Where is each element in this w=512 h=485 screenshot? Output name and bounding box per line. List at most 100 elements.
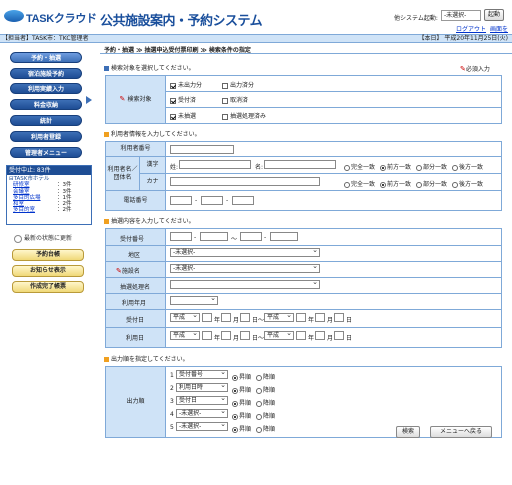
kanji-match-partial[interactable]: 部分一致 bbox=[416, 162, 447, 171]
order-select-5[interactable]: -未選択- bbox=[176, 421, 228, 431]
kanji-sei-input[interactable] bbox=[179, 160, 251, 169]
divider bbox=[166, 91, 501, 92]
nav-lodging-reservation[interactable]: 宿泊施設予約 bbox=[10, 68, 82, 79]
back-to-menu-button[interactable]: メニューへ戻る bbox=[430, 426, 492, 438]
kana-match-prefix[interactable]: 前方一致 bbox=[380, 179, 411, 188]
checkbox-cancelled[interactable]: 取消済 bbox=[222, 95, 248, 104]
order-select-4[interactable]: -未選択- bbox=[176, 408, 228, 418]
use-month-to[interactable] bbox=[315, 331, 325, 340]
kanji-mei-input[interactable] bbox=[264, 160, 336, 169]
phone-input-3[interactable] bbox=[232, 196, 254, 205]
divider bbox=[100, 53, 512, 54]
launch-button[interactable]: 起動 bbox=[484, 9, 504, 21]
target-label: ✎ 検索対象 bbox=[106, 76, 166, 123]
order-desc-4[interactable]: 降順 bbox=[256, 411, 275, 420]
nav-usage-input[interactable]: 利用実績入力 bbox=[10, 83, 82, 94]
phone-input-1[interactable] bbox=[170, 196, 192, 205]
kana-match-partial[interactable]: 部分一致 bbox=[416, 179, 447, 188]
day-tilde-unit: 日～ bbox=[252, 317, 265, 324]
receipt-month-to[interactable] bbox=[315, 313, 325, 322]
receipt-day-to[interactable] bbox=[334, 313, 344, 322]
use-day-to[interactable] bbox=[334, 331, 344, 340]
reservation-ledger-button[interactable]: 予約台帳 bbox=[12, 249, 84, 261]
section-head-lottery: 抽選内容を入力してください。 bbox=[104, 216, 195, 225]
header: TASKクラウド 公共施設案内・予約システム 他システム起動: -未選択- 起動… bbox=[0, 0, 512, 42]
nav-reservation-lottery[interactable]: 予約・抽選 bbox=[10, 52, 82, 63]
order-select-3[interactable]: 受付日 bbox=[176, 395, 228, 405]
today-date: 【本日】 平成20年11月25日(火) bbox=[418, 35, 509, 42]
nav-user-registration[interactable]: 利用者登録 bbox=[10, 131, 82, 142]
receipt-month-from[interactable] bbox=[221, 313, 231, 322]
nav-statistics[interactable]: 統計 bbox=[10, 115, 82, 126]
lottery-name-select[interactable] bbox=[170, 279, 320, 289]
phone-label: 電話番号 bbox=[106, 191, 166, 210]
use-day-from[interactable] bbox=[240, 331, 250, 340]
use-era-to[interactable]: 平成 bbox=[264, 330, 294, 340]
use-date-label: 利用日 bbox=[126, 335, 145, 342]
refresh-icon bbox=[14, 234, 22, 243]
order-select-2[interactable]: 利用日時 bbox=[176, 382, 228, 392]
order-no: 1 bbox=[170, 372, 174, 379]
accept-stop-list[interactable]: ⊟TASK市ホテル 研修室 ：3件 会議室 ：3件 多目的広場 ：1件 和室 ：2件 多… bbox=[7, 175, 91, 224]
use-year-from[interactable] bbox=[202, 331, 212, 340]
divider bbox=[140, 173, 501, 174]
receipt-no-from-1[interactable] bbox=[170, 232, 192, 241]
receipt-no-to-1[interactable] bbox=[240, 232, 262, 241]
kanji-match-suffix[interactable]: 後方一致 bbox=[452, 162, 483, 171]
receipt-era-from[interactable]: 平成 bbox=[170, 312, 200, 322]
order-desc-1[interactable]: 降順 bbox=[256, 372, 275, 381]
order-desc-2[interactable]: 降順 bbox=[256, 385, 275, 394]
checkbox-output[interactable]: 出力済分 bbox=[222, 80, 254, 89]
area-select[interactable]: -未選択- bbox=[170, 247, 320, 257]
task-cloud-logo: TASKクラウド bbox=[4, 8, 100, 25]
system-select[interactable]: -未選択- bbox=[441, 10, 481, 21]
order-asc-5[interactable]: 昇順 bbox=[232, 424, 251, 433]
order-select-1[interactable]: 受付番号 bbox=[176, 369, 228, 379]
mei-label: 名: bbox=[255, 164, 264, 171]
receipt-year-to[interactable] bbox=[296, 313, 306, 322]
receipt-no-from-2[interactable] bbox=[200, 232, 228, 241]
notice-display-button[interactable]: お知らせ表示 bbox=[12, 265, 84, 277]
search-button[interactable]: 検索 bbox=[396, 426, 420, 438]
receipt-year-from[interactable] bbox=[202, 313, 212, 322]
use-year-to[interactable] bbox=[296, 331, 306, 340]
order-asc-1[interactable]: 昇順 bbox=[232, 372, 251, 381]
phone-input-2[interactable] bbox=[201, 196, 223, 205]
cloud-logo-icon bbox=[4, 10, 24, 22]
order-desc-5[interactable]: 降順 bbox=[256, 424, 275, 433]
created-reports-button[interactable]: 作成完了帳票 bbox=[12, 281, 84, 293]
order-asc-3[interactable]: 昇順 bbox=[232, 398, 251, 407]
receipt-no-label: 受付番号 bbox=[120, 236, 145, 243]
receipt-era-to[interactable]: 平成 bbox=[264, 312, 294, 322]
order-desc-3[interactable]: 降順 bbox=[256, 398, 275, 407]
list-item[interactable]: 多目的室 ：2件 bbox=[9, 207, 89, 213]
kanji-match-prefix[interactable]: 前方一致 bbox=[380, 162, 411, 171]
kanji-match-full[interactable]: 完全一致 bbox=[344, 162, 375, 171]
lottery-form: 受付番号 - ～ - 地区 -未選択- ✎施設名 -未選択- 抽選処理名 利用年… bbox=[105, 228, 502, 348]
checkbox-accepted[interactable]: 受付済 bbox=[170, 95, 196, 104]
use-month-select[interactable] bbox=[170, 295, 218, 305]
order-asc-4[interactable]: 昇順 bbox=[232, 411, 251, 420]
use-month-from[interactable] bbox=[221, 331, 231, 340]
kana-match-full[interactable]: 完全一致 bbox=[344, 179, 375, 188]
accept-stop-title: 受付中止: 83件 bbox=[7, 166, 91, 175]
facility-select[interactable]: -未選択- bbox=[170, 263, 320, 273]
checkbox-unoutput[interactable]: 未出力分 bbox=[170, 80, 202, 89]
kana-match-suffix[interactable]: 後方一致 bbox=[452, 179, 483, 188]
nav-admin-menu[interactable]: 管理者メニュー bbox=[10, 147, 82, 158]
system-launch-label: 他システム起動: bbox=[394, 15, 438, 22]
order-asc-2[interactable]: 昇順 bbox=[232, 385, 251, 394]
use-era-from[interactable]: 平成 bbox=[170, 330, 200, 340]
pencil-icon: ✎ bbox=[119, 95, 128, 103]
kana-input[interactable] bbox=[170, 177, 320, 186]
user-no-input[interactable] bbox=[170, 145, 234, 154]
logout-link[interactable]: ログアウト bbox=[456, 24, 486, 33]
checkbox-lottery-done[interactable]: 抽選処理済み bbox=[222, 111, 266, 120]
sei-label: 姓: bbox=[170, 164, 179, 171]
nav-fee-collection[interactable]: 料金収納 bbox=[10, 99, 82, 110]
checkbox-unlottery[interactable]: 未抽選 bbox=[170, 111, 196, 120]
receipt-no-to-2[interactable] bbox=[270, 232, 298, 241]
refresh-link[interactable]: 最新の状態に更新 bbox=[14, 233, 72, 243]
day-tilde-unit: 日～ bbox=[252, 335, 265, 342]
receipt-day-from[interactable] bbox=[240, 313, 250, 322]
